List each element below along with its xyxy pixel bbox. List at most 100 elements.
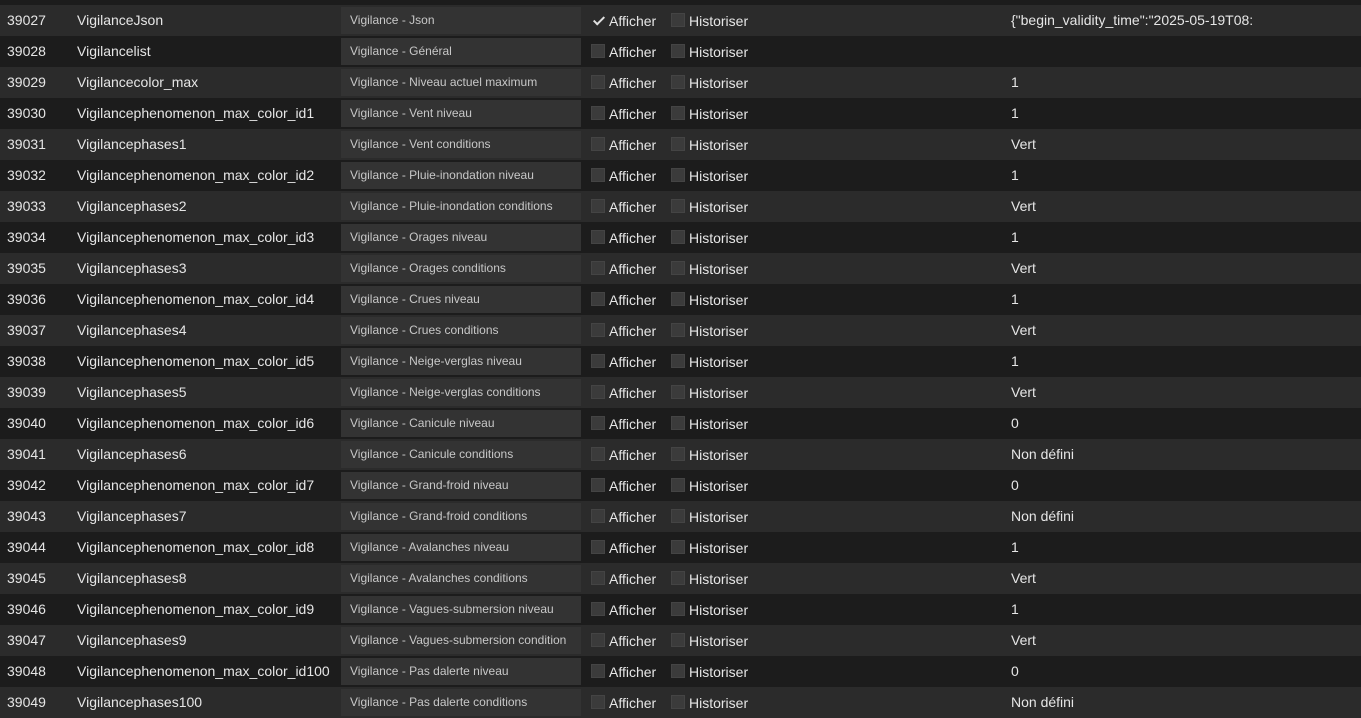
show-checkbox[interactable]	[591, 447, 605, 462]
historize-toggle[interactable]: Historiser	[671, 687, 771, 718]
command-name-field[interactable]: Vigilance - Pluie-inondation conditions	[341, 193, 581, 220]
command-name-field[interactable]: Vigilance - Json	[341, 7, 581, 34]
show-checkbox[interactable]	[591, 540, 605, 555]
show-toggle[interactable]: Afficher	[591, 377, 669, 408]
show-toggle[interactable]: Afficher	[591, 5, 669, 36]
historize-checkbox[interactable]	[671, 695, 685, 710]
show-toggle[interactable]: Afficher	[591, 315, 669, 346]
command-name-field[interactable]: Vigilance - Général	[341, 38, 581, 65]
show-checkbox[interactable]	[591, 416, 605, 431]
show-checkbox[interactable]	[591, 354, 605, 369]
command-name-field[interactable]: Vigilance - Orages niveau	[341, 224, 581, 251]
historize-checkbox[interactable]	[671, 199, 685, 214]
show-checkbox[interactable]	[591, 323, 605, 338]
historize-checkbox[interactable]	[671, 416, 685, 431]
historize-toggle[interactable]: Historiser	[671, 501, 771, 532]
historize-toggle[interactable]: Historiser	[671, 253, 771, 284]
show-toggle[interactable]: Afficher	[591, 532, 669, 563]
show-checkbox[interactable]	[591, 478, 605, 493]
show-toggle[interactable]: Afficher	[591, 439, 669, 470]
command-name-field[interactable]: Vigilance - Canicule niveau	[341, 410, 581, 437]
historize-toggle[interactable]: Historiser	[671, 129, 771, 160]
historize-toggle[interactable]: Historiser	[671, 377, 771, 408]
historize-checkbox[interactable]	[671, 292, 685, 307]
show-toggle[interactable]: Afficher	[591, 129, 669, 160]
historize-toggle[interactable]: Historiser	[671, 656, 771, 687]
show-toggle[interactable]: Afficher	[591, 656, 669, 687]
show-checkbox[interactable]	[591, 664, 605, 679]
historize-checkbox[interactable]	[671, 478, 685, 493]
show-checkbox[interactable]	[591, 633, 605, 648]
show-toggle[interactable]: Afficher	[591, 160, 669, 191]
historize-checkbox[interactable]	[671, 385, 685, 400]
show-toggle[interactable]: Afficher	[591, 594, 669, 625]
historize-checkbox[interactable]	[671, 571, 685, 586]
show-checkbox[interactable]	[591, 44, 605, 59]
show-checkbox[interactable]	[591, 509, 605, 524]
command-name-field[interactable]: Vigilance - Canicule conditions	[341, 441, 581, 468]
historize-toggle[interactable]: Historiser	[671, 625, 771, 656]
show-checkbox[interactable]	[591, 75, 605, 90]
show-checkbox[interactable]	[591, 199, 605, 214]
historize-checkbox[interactable]	[671, 602, 685, 617]
show-toggle[interactable]: Afficher	[591, 625, 669, 656]
historize-toggle[interactable]: Historiser	[671, 98, 771, 129]
historize-checkbox[interactable]	[671, 447, 685, 462]
show-toggle[interactable]: Afficher	[591, 191, 669, 222]
show-checkbox[interactable]	[591, 106, 605, 121]
command-name-field[interactable]: Vigilance - Avalanches conditions	[341, 565, 581, 592]
historize-toggle[interactable]: Historiser	[671, 594, 771, 625]
show-toggle[interactable]: Afficher	[591, 253, 669, 284]
command-name-field[interactable]: Vigilance - Neige-verglas conditions	[341, 379, 581, 406]
historize-toggle[interactable]: Historiser	[671, 470, 771, 501]
command-name-field[interactable]: Vigilance - Grand-froid niveau	[341, 472, 581, 499]
command-name-field[interactable]: Vigilance - Crues niveau	[341, 286, 581, 313]
historize-toggle[interactable]: Historiser	[671, 563, 771, 594]
command-name-field[interactable]: Vigilance - Avalanches niveau	[341, 534, 581, 561]
historize-checkbox[interactable]	[671, 168, 685, 183]
show-toggle[interactable]: Afficher	[591, 98, 669, 129]
command-name-field[interactable]: Vigilance - Vent niveau	[341, 100, 581, 127]
show-toggle[interactable]: Afficher	[591, 36, 669, 67]
historize-checkbox[interactable]	[671, 664, 685, 679]
show-checkbox[interactable]	[591, 261, 605, 276]
historize-checkbox[interactable]	[671, 137, 685, 152]
historize-checkbox[interactable]	[671, 106, 685, 121]
command-name-field[interactable]: Vigilance - Vent conditions	[341, 131, 581, 158]
show-checkbox[interactable]	[591, 695, 605, 710]
historize-toggle[interactable]: Historiser	[671, 439, 771, 470]
show-checkbox[interactable]	[591, 292, 605, 307]
historize-checkbox[interactable]	[671, 509, 685, 524]
show-checkbox[interactable]	[591, 168, 605, 183]
show-checkbox[interactable]	[591, 230, 605, 245]
show-toggle[interactable]: Afficher	[591, 284, 669, 315]
historize-checkbox[interactable]	[671, 540, 685, 555]
command-name-field[interactable]: Vigilance - Grand-froid conditions	[341, 503, 581, 530]
command-name-field[interactable]: Vigilance - Pluie-inondation niveau	[341, 162, 581, 189]
historize-toggle[interactable]: Historiser	[671, 346, 771, 377]
command-name-field[interactable]: Vigilance - Pas dalerte conditions	[341, 689, 581, 716]
command-name-field[interactable]: Vigilance - Neige-verglas niveau	[341, 348, 581, 375]
historize-toggle[interactable]: Historiser	[671, 67, 771, 98]
historize-checkbox[interactable]	[671, 230, 685, 245]
command-name-field[interactable]: Vigilance - Vagues-submersion niveau	[341, 596, 581, 623]
historize-toggle[interactable]: Historiser	[671, 5, 771, 36]
command-name-field[interactable]: Vigilance - Vagues-submersion condition	[341, 627, 581, 654]
show-checkbox[interactable]	[591, 137, 605, 152]
show-checkbox[interactable]	[591, 13, 605, 27]
historize-checkbox[interactable]	[671, 354, 685, 369]
historize-toggle[interactable]: Historiser	[671, 191, 771, 222]
historize-toggle[interactable]: Historiser	[671, 532, 771, 563]
historize-checkbox[interactable]	[671, 44, 685, 59]
show-toggle[interactable]: Afficher	[591, 501, 669, 532]
show-toggle[interactable]: Afficher	[591, 470, 669, 501]
command-name-field[interactable]: Vigilance - Orages conditions	[341, 255, 581, 282]
historize-toggle[interactable]: Historiser	[671, 315, 771, 346]
historize-toggle[interactable]: Historiser	[671, 36, 771, 67]
command-name-field[interactable]: Vigilance - Niveau actuel maximum	[341, 69, 581, 96]
command-name-field[interactable]: Vigilance - Crues conditions	[341, 317, 581, 344]
show-checkbox[interactable]	[591, 602, 605, 617]
show-toggle[interactable]: Afficher	[591, 346, 669, 377]
historize-toggle[interactable]: Historiser	[671, 160, 771, 191]
command-name-field[interactable]: Vigilance - Pas dalerte niveau	[341, 658, 581, 685]
